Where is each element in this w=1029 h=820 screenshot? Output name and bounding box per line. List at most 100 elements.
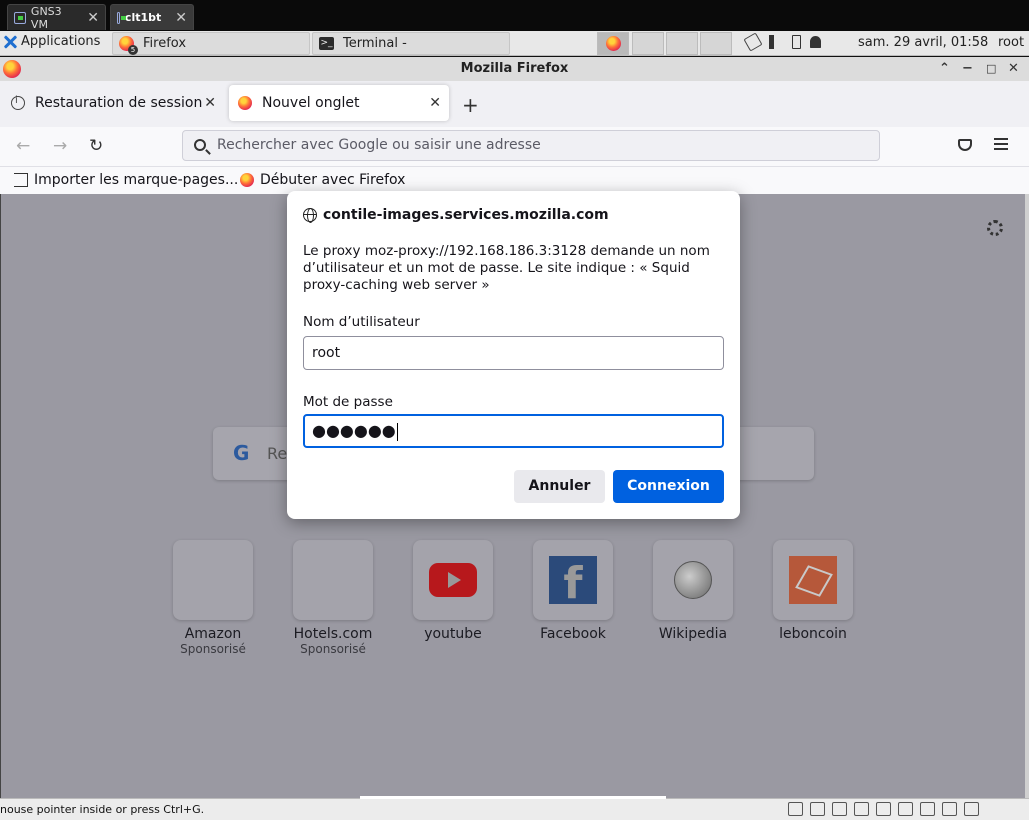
top-site-hotels[interactable]: Hotels.com Sponsorisé [293,540,373,656]
clock[interactable]: sam. 29 avril, 01:58 [858,35,988,50]
firefox-icon [238,96,252,110]
top-site-facebook[interactable]: f Facebook [533,540,613,642]
back-button[interactable]: ← [16,136,30,156]
top-site-youtube[interactable]: youtube [413,540,493,642]
firefox-icon: 5 [119,36,138,55]
task-label: Firefox [143,36,187,51]
youtube-icon [429,563,477,597]
cancel-button[interactable]: Annuler [514,470,605,503]
optical-drive-icon[interactable] [810,802,825,816]
tile-thumbnail [773,540,853,620]
info-icon [11,95,25,110]
vm-tab-gns3[interactable]: GNS3 VM ✕ [7,4,106,31]
user-menu[interactable]: root [998,35,1024,50]
leboncoin-icon [789,556,837,604]
task-label: Terminal - [343,36,407,51]
display-icon[interactable] [854,802,869,816]
tile-sponsor: Sponsorisé [180,642,246,656]
proxy-auth-dialog: contile-images.services.mozilla.com Le p… [287,191,740,519]
tab-new-tab[interactable]: Nouvel onglet ✕ [229,85,449,121]
facebook-icon: f [549,556,597,604]
dialog-host-label: contile-images.services.mozilla.com [323,207,609,223]
notification-bell-icon[interactable] [810,36,821,48]
password-field[interactable]: ●●●●●● [303,414,724,448]
url-bar[interactable]: Rechercher avec Google ou saisir une adr… [182,130,880,161]
tab-label: Restauration de session [35,95,203,111]
usb-icon[interactable] [876,802,891,816]
workspace-3[interactable] [666,32,698,55]
tile-thumbnail [413,540,493,620]
reload-button[interactable]: ↻ [89,136,103,156]
host-key-icon[interactable] [964,802,979,816]
bookmark-getting-started[interactable]: Débuter avec Firefox [240,172,405,188]
navigation-toolbar: ← → ↻ Rechercher avec Google ou saisir u… [0,127,1029,167]
shared-folder-icon[interactable] [898,802,913,816]
applications-menu[interactable]: Applications [3,34,100,49]
bookmark-label: Importer les marque-pages... [34,172,239,188]
import-icon [14,173,28,187]
minimize-button[interactable]: − [962,57,973,81]
volume-muted-icon[interactable] [769,35,783,49]
vm-status-bar: nouse pointer inside or press Ctrl+G. [0,796,1029,820]
horizontal-scrollbar[interactable] [360,796,666,799]
shade-button[interactable]: ⌃ [939,57,950,81]
vm-tab-label: GNS3 VM [30,4,62,31]
username-value: root [312,345,341,361]
tile-thumbnail: f [533,540,613,620]
taskbar-terminal[interactable]: >_ Terminal - [312,32,510,55]
vm-tab-clt1bt[interactable]: clt1bt ✕ [110,4,194,30]
url-placeholder: Rechercher avec Google ou saisir une adr… [217,137,541,153]
tab-label: Nouvel onglet [262,95,360,111]
workspace-1[interactable] [597,32,629,55]
tile-sponsor: Sponsorisé [300,642,366,656]
bookmark-label: Débuter avec Firefox [260,172,406,188]
hdd-icon[interactable] [788,802,803,816]
tile-name: Facebook [540,626,606,642]
window-count-badge: 5 [128,45,138,55]
close-icon[interactable]: ✕ [87,10,99,26]
close-tab-icon[interactable]: ✕ [429,95,441,111]
tile-name: Hotels.com [293,626,373,642]
close-window-button[interactable]: ✕ [1008,57,1019,81]
tab-session-restore[interactable]: Restauration de session ✕ [2,85,224,121]
tile-thumbnail [653,540,733,620]
battery-icon[interactable] [792,35,801,49]
tile-thumbnail [173,540,253,620]
maximize-button[interactable]: □ [986,57,996,81]
top-site-leboncoin[interactable]: leboncoin [773,540,853,642]
vm-tab-bar: GNS3 VM ✕ clt1bt ✕ [0,0,1029,31]
tile-name: leboncoin [779,626,847,642]
top-site-wikipedia[interactable]: Wikipedia [653,540,733,642]
recording-icon[interactable] [920,802,935,816]
close-icon[interactable]: ✕ [175,10,187,26]
applications-label: Applications [21,34,101,49]
tile-thumbnail [293,540,373,620]
google-icon: G [233,441,250,465]
pocket-icon[interactable] [958,139,972,151]
gear-icon[interactable] [987,220,1003,236]
taskbar-firefox[interactable]: 5 Firefox [112,32,310,55]
connect-button[interactable]: Connexion [613,470,724,503]
firefox-icon [240,173,254,187]
network-adapter-icon[interactable] [832,802,847,816]
new-tab-button[interactable]: + [462,93,479,117]
close-tab-icon[interactable]: ✕ [204,95,216,111]
top-site-amazon[interactable]: Amazon Sponsorisé [173,540,253,656]
tile-name: Wikipedia [658,626,728,642]
vm-icon [14,11,26,24]
forward-button[interactable]: → [53,136,67,156]
mouse-integration-icon[interactable] [942,802,957,816]
workspace-2[interactable] [632,32,664,55]
firefox-icon [606,36,621,51]
network-icon[interactable] [743,32,763,52]
dialog-host: contile-images.services.mozilla.com [303,207,609,223]
vm-icon [117,11,126,24]
firefox-icon [3,60,21,78]
workspace-4[interactable] [700,32,732,55]
hamburger-menu-icon[interactable] [994,138,1008,150]
username-field[interactable]: root [303,336,724,370]
window-title: Mozilla Firefox [460,61,569,76]
xfce-panel: Applications 5 Firefox >_ Terminal - sam… [0,31,1029,56]
window-titlebar[interactable]: Mozilla Firefox ⌃ − □ ✕ [0,57,1029,81]
bookmark-import[interactable]: Importer les marque-pages... [14,172,238,188]
